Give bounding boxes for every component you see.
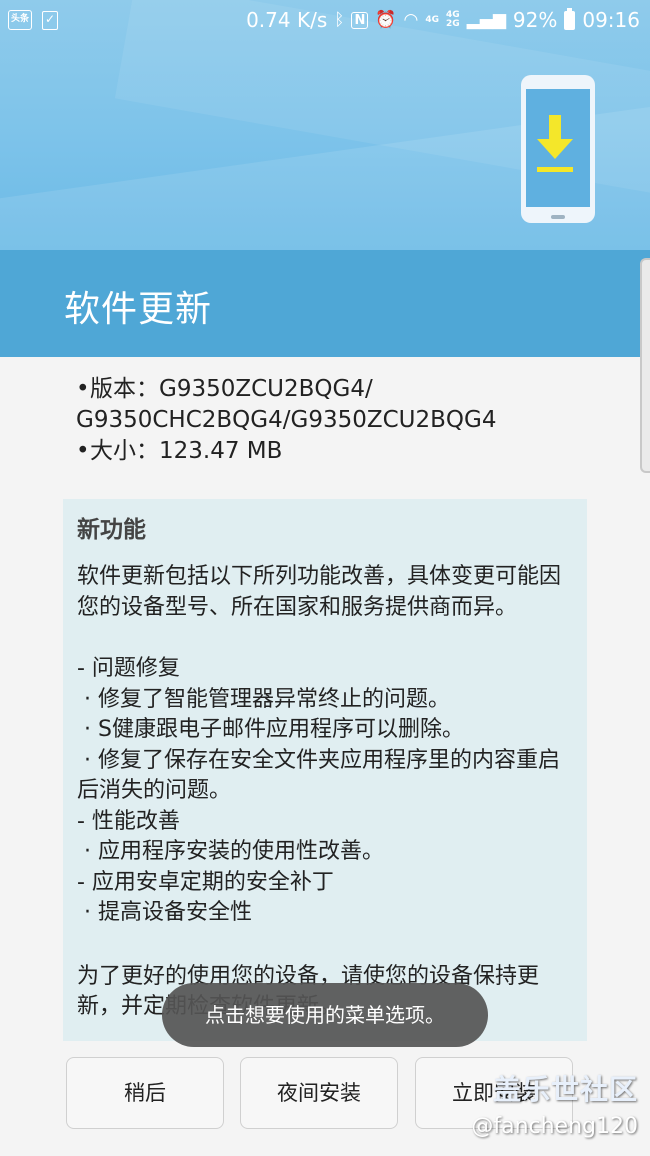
size-label: 大小：123.47 MB	[90, 438, 283, 464]
page-title: 软件更新	[64, 289, 213, 330]
network-type: 4G	[425, 14, 440, 25]
update-info: • 版本：G9350ZCU2BQG4/ G9350CHC2BQG4/G9350Z…	[76, 374, 616, 467]
watermark-logo-text: 盖乐世社区	[492, 1073, 638, 1106]
phone-download-illustration	[521, 75, 595, 223]
nfc-icon: N	[351, 11, 369, 29]
release-notes[interactable]: 新功能 软件更新包括以下所列功能改善，具体变更可能因您的设备型号、所在国家和服务…	[63, 499, 587, 1041]
checklist-icon: ✓	[42, 10, 58, 30]
toutiao-app-icon: 头条	[8, 10, 32, 30]
toast-message: 点击想要使用的菜单选项。	[162, 983, 488, 1047]
download-icon	[537, 115, 573, 172]
network-type-secondary: 4G 2G	[446, 10, 460, 29]
bullet: •	[76, 438, 90, 464]
watermark: 盖乐世社区 @fancheng120	[471, 1068, 638, 1139]
list-item: - 问题修复	[77, 656, 180, 681]
list-item: · 应用程序安装的使用性改善。	[77, 839, 384, 864]
list-item: - 性能改善	[77, 808, 180, 834]
notes-list: - 问题修复 · 修复了智能管理器异常终止的问题。 · S健康跟电子邮件应用程序…	[77, 654, 573, 929]
bluetooth-icon: ᛒ	[334, 10, 345, 30]
title-bar: 软件更新	[0, 250, 650, 357]
notes-intro: 软件更新包括以下所列功能改善，具体变更可能因您的设备型号、所在国家和服务提供商而…	[77, 564, 562, 620]
battery-icon	[564, 7, 576, 30]
network-speed: 0.74 K/s	[246, 8, 328, 32]
clock: 09:16	[582, 8, 640, 32]
signal-icon: ▂▄▆	[466, 10, 506, 30]
install-overnight-button[interactable]: 夜间安装	[240, 1057, 398, 1129]
status-bar: 头条 ✓ 0.74 K/s ᛒ N ⏰ ◠ 4G 4G 2G ▂▄▆ 92% 0…	[0, 0, 650, 40]
version-label: 版本：G9350ZCU2BQG4/	[90, 376, 373, 402]
wifi-icon: ◠	[403, 10, 419, 30]
list-item: · S健康跟电子邮件应用程序可以删除。	[77, 717, 464, 742]
list-item: - 应用安卓定期的安全补丁	[77, 869, 334, 895]
battery-percent: 92%	[512, 8, 558, 32]
list-item: · 修复了智能管理器异常终止的问题。	[77, 686, 450, 712]
notes-heading: 新功能	[77, 517, 146, 543]
scrollbar[interactable]	[640, 258, 650, 473]
watermark-username: @fancheng120	[471, 1114, 638, 1139]
version-value: G9350CHC2BQG4/G9350ZCU2BQG4	[76, 407, 497, 433]
phone-home-button	[551, 215, 565, 219]
later-button[interactable]: 稍后	[66, 1057, 224, 1129]
version-row: • 版本：G9350ZCU2BQG4/	[76, 374, 616, 405]
size-row: • 大小：123.47 MB	[76, 436, 616, 467]
version-row-continued: G9350CHC2BQG4/G9350ZCU2BQG4	[76, 405, 616, 436]
list-item: · 修复了保存在安全文件夹应用程序里的内容重启后消失的问题。	[77, 747, 560, 804]
alarm-icon: ⏰	[375, 10, 397, 30]
bullet: •	[76, 376, 90, 402]
list-item: · 提高设备安全性	[77, 900, 252, 925]
